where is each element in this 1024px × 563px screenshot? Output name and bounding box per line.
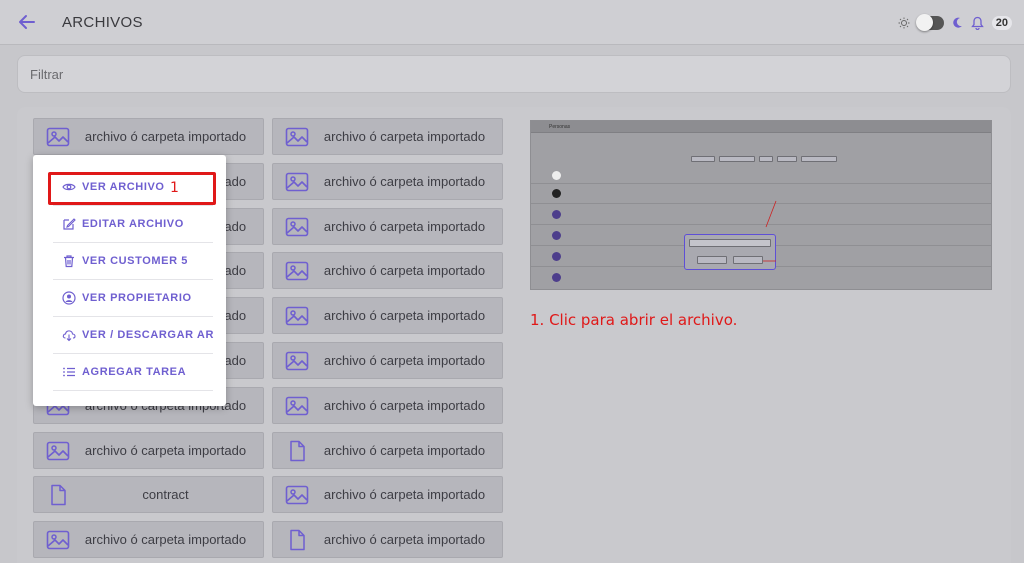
image-icon	[285, 484, 309, 506]
cloud-download-icon	[62, 330, 76, 342]
menu-item-edit-file[interactable]: EDITAR ARCHIVO	[53, 206, 213, 243]
menu-item-label: EDITAR ARCHIVO	[82, 218, 184, 230]
image-icon	[285, 126, 309, 148]
bell-icon[interactable]	[970, 16, 984, 30]
file-icon	[46, 484, 70, 506]
image-icon	[285, 216, 309, 238]
screenshot-preview: Personas	[530, 120, 992, 290]
image-icon	[285, 260, 309, 282]
user-circle-icon	[62, 291, 76, 305]
moon-icon	[953, 17, 962, 28]
file-tile[interactable]: archivo ó carpeta importado	[272, 432, 503, 469]
theme-toggle[interactable]	[915, 14, 944, 31]
page-title: ARCHIVOS	[62, 14, 143, 31]
notification-count-badge: 20	[991, 16, 1012, 30]
file-tile[interactable]: archivo ó carpeta importado	[272, 252, 503, 289]
file-tile[interactable]: archivo ó carpeta importado	[272, 118, 503, 155]
image-icon	[285, 395, 309, 417]
image-icon	[285, 171, 309, 193]
list-icon	[63, 367, 75, 377]
annotation-highlight-box	[48, 172, 216, 205]
menu-item-add-task[interactable]: AGREGAR TAREA	[53, 354, 213, 391]
image-icon	[46, 529, 70, 551]
menu-item-view-owner[interactable]: VER PROPIETARIO	[53, 280, 213, 317]
instruction-caption: 1. Clic para abrir el archivo.	[530, 311, 738, 329]
image-icon	[46, 126, 70, 148]
preview-arrows	[763, 200, 777, 262]
menu-item-label: VER PROPIETARIO	[82, 292, 192, 304]
file-tile[interactable]: archivo ó carpeta importado	[272, 342, 503, 379]
file-tile[interactable]: archivo ó carpeta importado	[272, 297, 503, 334]
arrow-left-icon	[19, 15, 35, 29]
menu-item-label: VER CUSTOMER 5	[82, 255, 188, 267]
file-tile[interactable]: archivo ó carpeta importado	[272, 163, 503, 200]
file-tile[interactable]: contract	[33, 476, 264, 513]
edit-icon	[63, 218, 76, 230]
image-icon	[285, 350, 309, 372]
top-app-bar: ARCHIVOS 20	[0, 0, 1024, 45]
filter-field[interactable]	[17, 55, 1011, 93]
file-tile[interactable]: archivo ó carpeta importado	[272, 387, 503, 424]
menu-item-label: VER / DESCARGAR AR	[82, 329, 215, 341]
file-tile[interactable]: archivo ó carpeta importado	[33, 521, 264, 558]
file-tile[interactable]: archivo ó carpeta importado	[272, 208, 503, 245]
image-icon	[285, 305, 309, 327]
file-icon	[285, 529, 309, 551]
file-tile[interactable]: archivo ó carpeta importado	[272, 521, 503, 558]
menu-item-label: AGREGAR TAREA	[82, 366, 187, 378]
file-tile[interactable]: archivo ó carpeta importado	[272, 476, 503, 513]
annotation-step-number: 1	[170, 180, 179, 196]
file-tile[interactable]: archivo ó carpeta importado	[33, 118, 264, 155]
menu-item-view-customer[interactable]: VER CUSTOMER 5	[53, 243, 213, 280]
file-icon	[285, 440, 309, 462]
menu-item-view-download[interactable]: VER / DESCARGAR AR	[53, 317, 213, 354]
back-button[interactable]	[14, 11, 40, 33]
header-actions: 20	[898, 13, 1012, 33]
trash-icon	[64, 255, 74, 268]
image-icon	[46, 440, 70, 462]
filter-input[interactable]	[18, 56, 1010, 92]
file-tile[interactable]: archivo ó carpeta importado	[33, 432, 264, 469]
sun-icon	[898, 17, 910, 29]
